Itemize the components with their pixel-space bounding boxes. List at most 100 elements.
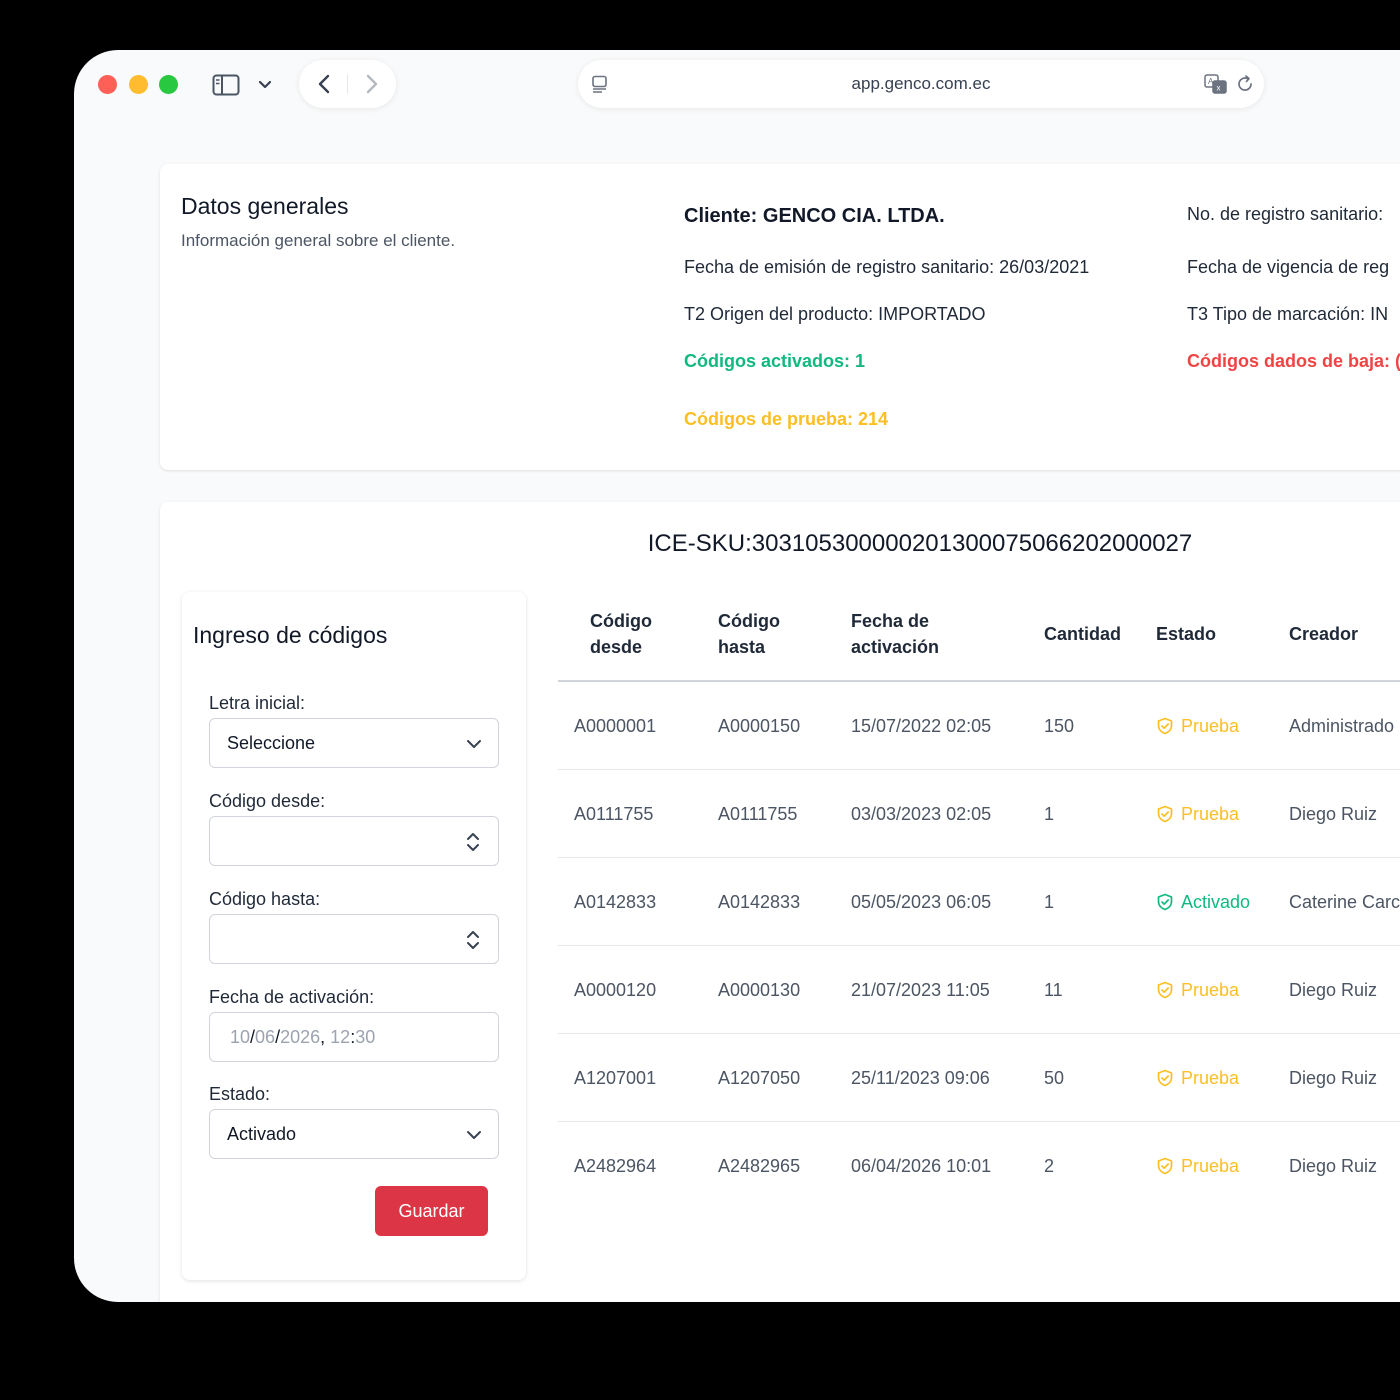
svg-text:x: x: [1217, 84, 1221, 93]
initial-letter-select[interactable]: Seleccione: [209, 718, 499, 768]
shield-check-icon: [1157, 805, 1173, 823]
cell-quantity: 1: [1044, 892, 1055, 912]
cell-code-from: A0111755: [574, 804, 654, 824]
date-day: 10: [230, 1027, 251, 1047]
url-text: app.genco.com.ec: [851, 74, 991, 93]
cell-activation-date: 05/05/2023 06:05: [851, 892, 992, 912]
cell-code-to: A1207050: [718, 1068, 801, 1088]
marking-type: T3 Tipo de marcación: IN: [1187, 304, 1389, 324]
cell-activation-date: 25/11/2023 09:06: [851, 1068, 990, 1088]
table-row[interactable]: A0111755 A0111755 03/03/2023 02:05 1 Diego R…: [558, 770, 1400, 858]
browser-window: app.genco.com.ec A x Datos generales Inf…: [74, 50, 1400, 1302]
reload-icon[interactable]: [1235, 74, 1255, 94]
svg-text:A: A: [1208, 77, 1214, 86]
status-badge: Prueba: [1156, 716, 1239, 737]
ice-sku-heading: ICE-SKU:30310530000020130007506620200002…: [647, 530, 1193, 557]
cell-quantity: 2: [1044, 1156, 1055, 1176]
cell-code-to: A2482965: [718, 1156, 801, 1176]
activation-date-label: Fecha de activación:: [209, 987, 375, 1007]
zoom-window-button[interactable]: [159, 75, 178, 94]
chevron-down-icon: [467, 1131, 481, 1139]
general-info-card: Datos generales Información general sobr…: [160, 164, 1400, 470]
table-row[interactable]: A2482964 A2482965 06/04/2026 10:01 2 Diego R…: [558, 1122, 1400, 1210]
date-month: 06: [255, 1027, 276, 1047]
column-header-quantity: Cantidad: [1044, 624, 1122, 644]
status-text: Prueba: [1181, 804, 1240, 824]
status-badge: Activado: [1156, 892, 1250, 913]
status-badge: Prueba: [1156, 1068, 1239, 1089]
sanitary-registry-number: No. de registro sanitario:: [1187, 204, 1384, 224]
shield-check-icon: [1157, 717, 1173, 735]
cell-code-from: A0000001: [574, 716, 657, 736]
cell-code-to: A0111755: [718, 804, 798, 824]
cell-activation-date: 03/03/2023 02:05: [851, 804, 992, 824]
cell-code-to: A0142833: [718, 892, 801, 912]
table-row[interactable]: A1207001 A1207050 25/11/2023 09:06 50 Diego …: [558, 1034, 1400, 1122]
status-label: Estado:: [209, 1084, 271, 1104]
cell-creator: Caterine Carc: [1289, 892, 1400, 912]
status-text: Prueba: [1181, 716, 1240, 736]
cell-activation-date: 21/07/2023 11:05: [851, 980, 990, 1000]
cell-code-from: A2482964: [574, 1156, 657, 1176]
shield-check-icon: [1157, 981, 1173, 999]
date-year: 2026: [280, 1027, 321, 1047]
cell-code-to: A0000150: [718, 716, 801, 736]
status-badge: Prueba: [1156, 804, 1239, 825]
status-badge: Prueba: [1156, 1156, 1239, 1177]
nav-divider: [347, 74, 348, 94]
cell-activation-date: 15/07/2022 02:05: [851, 716, 992, 736]
cell-quantity: 50: [1044, 1068, 1065, 1088]
initial-letter-value: Seleccione: [227, 733, 316, 753]
activated-codes-count: Códigos activados: 1: [684, 351, 866, 371]
cell-quantity: 150: [1044, 716, 1075, 736]
table-row[interactable]: A0000120 A0000130 21/07/2023 11:05 11 Diego …: [558, 946, 1400, 1034]
cell-activation-date: 06/04/2026 10:01: [851, 1156, 992, 1176]
back-arrow-icon[interactable]: [313, 72, 337, 96]
shield-check-icon: [1157, 1157, 1173, 1175]
forward-arrow-icon[interactable]: [359, 72, 383, 96]
code-to-input[interactable]: [209, 914, 499, 964]
cell-creator: Administrado: [1289, 716, 1395, 736]
save-button[interactable]: Guardar: [375, 1186, 488, 1236]
address-bar[interactable]: app.genco.com.ec A x: [578, 60, 1264, 108]
navigation-controls: [299, 60, 396, 108]
number-stepper-icon[interactable]: [465, 830, 481, 854]
general-subtitle: Información general sobre el cliente.: [181, 231, 456, 250]
status-select-value: Activado: [227, 1124, 297, 1144]
status-text: Activado: [1181, 892, 1251, 912]
cell-code-from: A1207001: [574, 1068, 657, 1088]
cell-creator: Diego Ruiz: [1289, 980, 1378, 1000]
translate-icon[interactable]: A x: [1204, 74, 1228, 94]
form-title: Ingreso de códigos: [193, 622, 388, 648]
client-name: Cliente: GENCO CIA. LTDA.: [684, 205, 945, 227]
codes-card: ICE-SKU:30310530000020130007506620200002…: [160, 502, 1400, 1302]
column-header-code-to: Código hasta: [718, 611, 780, 657]
code-from-input[interactable]: [209, 816, 499, 866]
column-header-code-from: Código desde: [590, 611, 652, 657]
shield-check-icon: [1157, 893, 1173, 911]
date-hour: 12: [330, 1027, 351, 1047]
registry-issue-date: Fecha de emisión de registro sanitario: …: [684, 257, 1090, 277]
status-badge: Prueba: [1156, 980, 1239, 1001]
cell-quantity: 1: [1044, 804, 1055, 824]
test-codes-count: Códigos de prueba: 214: [684, 409, 889, 429]
cell-code-from: A0142833: [574, 892, 657, 912]
table-row[interactable]: A0000001 A0000150 15/07/2022 02:05 150 Admin…: [558, 682, 1400, 770]
table-row[interactable]: A0142833 A0142833 05/05/2023 06:05 1 Caterin…: [558, 858, 1400, 946]
status-select[interactable]: Activado: [209, 1109, 499, 1159]
page-content: Datos generales Información general sobr…: [118, 122, 1400, 1302]
general-title: Datos generales: [181, 193, 349, 219]
number-stepper-icon[interactable]: [465, 928, 481, 952]
chevron-down-icon[interactable]: [255, 76, 275, 94]
close-window-button[interactable]: [98, 75, 117, 94]
initial-letter-label: Letra inicial:: [209, 693, 306, 713]
cell-code-from: A0000120: [574, 980, 657, 1000]
column-header-status: Estado: [1156, 624, 1217, 644]
deactivated-codes-count: Códigos dados de baja: (: [1187, 351, 1400, 371]
product-origin: T2 Origen del producto: IMPORTADO: [684, 304, 986, 324]
shield-check-icon: [1157, 1069, 1173, 1087]
sidebar-toggle-icon[interactable]: [212, 74, 240, 96]
cell-quantity: 11: [1044, 980, 1063, 1000]
activation-date-input[interactable]: 10/06/2026, 12:30: [209, 1012, 499, 1062]
minimize-window-button[interactable]: [129, 75, 148, 94]
